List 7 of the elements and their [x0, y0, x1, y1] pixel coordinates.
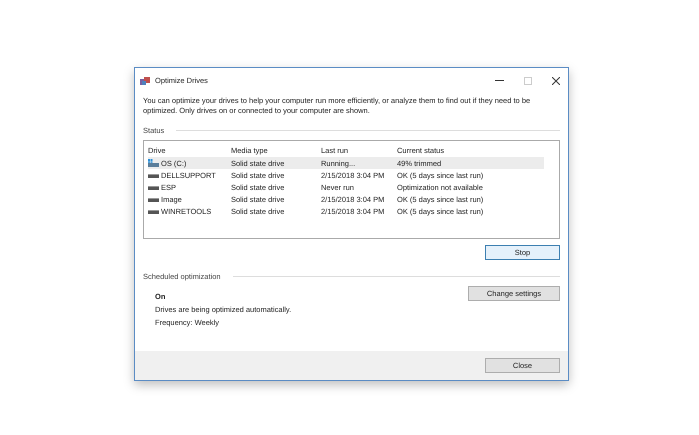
drive-icon	[148, 207, 159, 215]
drive-icon	[148, 195, 159, 203]
drive-icon	[148, 183, 159, 191]
close-icon[interactable]	[552, 76, 560, 84]
system-drive-icon	[148, 159, 159, 167]
drive-icon	[148, 171, 159, 179]
app-icon	[140, 76, 150, 86]
